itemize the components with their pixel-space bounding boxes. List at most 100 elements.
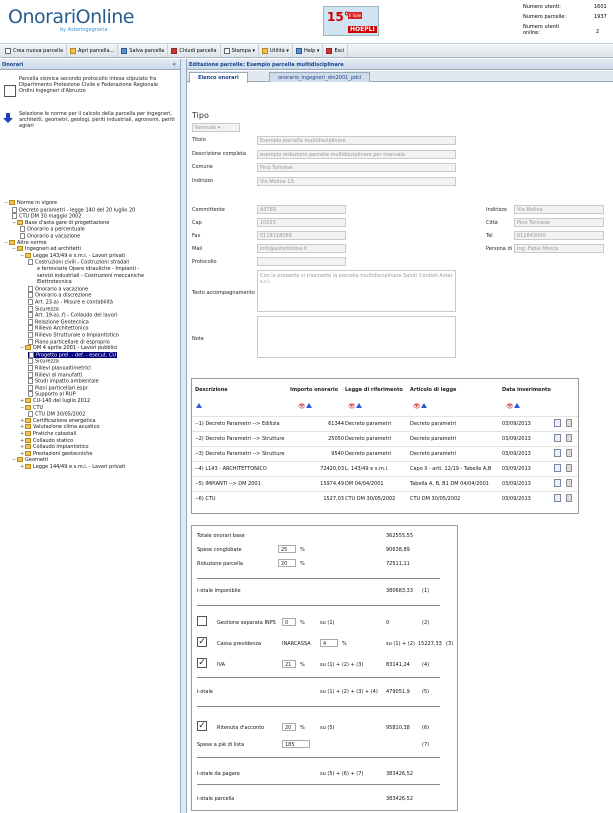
- tree-item[interactable]: Sicurezza: [28, 358, 59, 365]
- ref-indirizzo-field[interactable]: Via Molina: [514, 205, 604, 214]
- print-menu[interactable]: Stampa ▾: [221, 44, 260, 57]
- tree-item[interactable]: e ferroviarie Opere idrauliche - Impiant…: [37, 266, 139, 272]
- trash-icon[interactable]: [566, 434, 572, 442]
- tree-folder[interactable]: − Norme in vigore: [4, 200, 57, 206]
- protocollo-field[interactable]: [257, 257, 346, 266]
- exit-button[interactable]: Esci: [323, 44, 349, 57]
- expand-toggle-icon[interactable]: +: [20, 438, 24, 444]
- tel-field[interactable]: 011843000: [514, 231, 604, 240]
- hide-sort-icon[interactable]: 👁: [298, 403, 312, 410]
- tab-elenco-onorari[interactable]: Elenco onorari: [189, 72, 248, 83]
- edit-icon[interactable]: [554, 464, 561, 472]
- ad-banner[interactable]: 15° Il Sole HOEPLI: [323, 6, 379, 36]
- trash-icon[interactable]: [566, 419, 572, 427]
- tree-folder[interactable]: − Base d'asta gare di progettazione: [12, 219, 109, 226]
- expand-toggle-icon[interactable]: +: [20, 444, 24, 450]
- tree-item[interactable]: Costruzioni civili - Costruzioni stradal…: [28, 259, 129, 266]
- cassa-checkbox[interactable]: ✓: [197, 637, 207, 647]
- tree-item[interactable]: CTU DM 30 maggio 2002: [12, 213, 82, 220]
- tree-item[interactable]: Rilievi planoaltimetrici: [28, 365, 91, 372]
- tree-folder[interactable]: − Geometri: [12, 457, 48, 463]
- tree-folder[interactable]: + Certificazione energetica: [20, 417, 96, 424]
- committente-field[interactable]: ASTER: [257, 205, 346, 214]
- collapse-left-icon[interactable]: «: [172, 61, 176, 68]
- app-logo[interactable]: OnorariOnline: [8, 6, 134, 28]
- fax-field[interactable]: 0118118089: [257, 231, 346, 240]
- trash-icon[interactable]: [566, 464, 572, 472]
- tree-item[interactable]: Piano particellare di esproprio: [28, 338, 110, 345]
- tree-folder[interactable]: + Collaudo statico: [20, 437, 73, 444]
- expand-toggle-icon[interactable]: −: [12, 246, 16, 252]
- tree-folder[interactable]: − Legge 143/49 e s.m.i. - Lavori privati: [20, 252, 125, 259]
- tree-item[interactable]: servizi industriali - Costruzioni meccan…: [37, 273, 144, 279]
- grid-row[interactable]: --5) IMPIANTI --> DM 2001 15974,49 DM 04/0…: [192, 476, 578, 489]
- edit-icon[interactable]: [554, 449, 561, 457]
- note-textarea[interactable]: [257, 316, 456, 358]
- expand-toggle-icon[interactable]: −: [12, 220, 16, 226]
- riduzione-pct-input[interactable]: 20: [278, 559, 296, 567]
- inps-pct-input[interactable]: 0: [282, 618, 296, 626]
- grid-row[interactable]: --1) Decreto Parametri --> Edilizia 61344…: [192, 416, 578, 429]
- tree-folder[interactable]: − Altre norme: [4, 239, 47, 246]
- open-parcel-button[interactable]: Apri parcella...: [67, 44, 119, 57]
- persona-field[interactable]: ing. Fabio Mosca: [514, 244, 604, 253]
- hide-sort-icon[interactable]: 👁: [348, 403, 362, 410]
- help-menu[interactable]: Help ▾: [293, 44, 324, 57]
- tree-item[interactable]: Onorario a discrezione: [28, 292, 91, 299]
- expand-toggle-icon[interactable]: +: [20, 464, 24, 470]
- edit-icon[interactable]: [554, 479, 561, 487]
- expand-toggle-icon[interactable]: +: [20, 431, 24, 437]
- tree-item[interactable]: Studi impatto ambientale: [28, 378, 99, 385]
- edit-icon[interactable]: [554, 419, 561, 427]
- expand-toggle-icon[interactable]: +: [20, 418, 24, 424]
- expand-toggle-icon[interactable]: −: [20, 345, 24, 351]
- grid-row[interactable]: --4) L143 - ARCHITETTONICO 72420,03 L. 143…: [192, 461, 578, 474]
- tree-item[interactable]: Sicurezza: [28, 305, 59, 312]
- trash-icon[interactable]: [566, 479, 572, 487]
- inps-checkbox[interactable]: [197, 616, 207, 626]
- iva-checkbox[interactable]: ✓: [197, 658, 207, 668]
- cassa-pct-input[interactable]: 4: [320, 639, 338, 647]
- expand-toggle-icon[interactable]: −: [20, 405, 24, 411]
- expand-toggle-icon[interactable]: −: [12, 457, 16, 463]
- mail-field[interactable]: info@asteronline.it: [257, 244, 346, 253]
- expand-toggle-icon[interactable]: +: [20, 451, 24, 457]
- expand-toggle-icon[interactable]: +: [20, 398, 24, 404]
- trash-icon[interactable]: [566, 449, 572, 457]
- tree-item[interactable]: Decreto parametri - legge 140 del 20 lug…: [12, 206, 135, 213]
- tree-item[interactable]: Onorario a percentuale: [20, 226, 85, 233]
- expand-toggle-icon[interactable]: −: [4, 200, 8, 206]
- edit-icon[interactable]: [554, 494, 561, 502]
- hide-sort-icon[interactable]: 👁: [413, 403, 427, 410]
- tree-item[interactable]: Elettrotecnica: [37, 279, 72, 285]
- tree-item[interactable]: Art. 23-a) - Misure e contabilità: [28, 299, 113, 306]
- ritenuta-pct-input[interactable]: 20: [282, 723, 296, 731]
- tab-onorario-ingegneri[interactable]: onorario_ingegneri_dm2001_pdcl: [269, 72, 371, 82]
- cap-field[interactable]: 10025: [257, 218, 346, 227]
- spese-pie-input[interactable]: 185: [282, 740, 310, 748]
- tree-item[interactable]: CTU DM 30/05/2002: [28, 411, 85, 418]
- tree-folder[interactable]: − CTU: [20, 404, 43, 411]
- tree-folder[interactable]: + Legge 144/49 e s.m.i. - Lavori privati: [20, 464, 125, 470]
- edit-icon[interactable]: [554, 434, 561, 442]
- iva-pct-input[interactable]: 21: [282, 660, 296, 668]
- tree-item[interactable]: Art. 19-a)..f) - Collaudo dei lavori: [28, 312, 117, 319]
- hide-sort-icon[interactable]: 👁: [506, 403, 520, 410]
- comune-field[interactable]: Pino Torinese: [257, 163, 456, 172]
- tree-item[interactable]: Supporto al RUP: [28, 391, 76, 398]
- col-articolo[interactable]: Articolo di legge: [410, 387, 456, 393]
- tree-item[interactable]: Onorario a vacazione: [28, 285, 88, 292]
- tree-item[interactable]: Progetto prel. - def. - esecut. CU: [28, 351, 118, 359]
- tree-folder[interactable]: + Collaudo impiantistico: [20, 444, 89, 450]
- testo-textarea[interactable]: Con la presente si trasmette la parcella…: [257, 270, 456, 312]
- tree-folder[interactable]: − Ingegneri ed architetti: [12, 246, 81, 252]
- tipo-select[interactable]: Normale ▾: [192, 123, 240, 132]
- expand-toggle-icon[interactable]: +: [20, 424, 24, 430]
- tree-folder[interactable]: − DM 4 aprile 2001 - Lavori pubblici: [20, 345, 117, 351]
- col-descrizione[interactable]: Descrizione: [195, 387, 228, 393]
- spese-pct-input[interactable]: 25: [278, 545, 296, 553]
- col-legge[interactable]: Legge di riferimento: [345, 387, 403, 393]
- grid-row[interactable]: --3) Decreto Parametri --> Strutture 9540…: [192, 446, 578, 459]
- tree-item[interactable]: Rilievo Strutturale o Impiantistico: [28, 332, 119, 339]
- tree-item[interactable]: Rilievi di manufatti: [28, 371, 82, 378]
